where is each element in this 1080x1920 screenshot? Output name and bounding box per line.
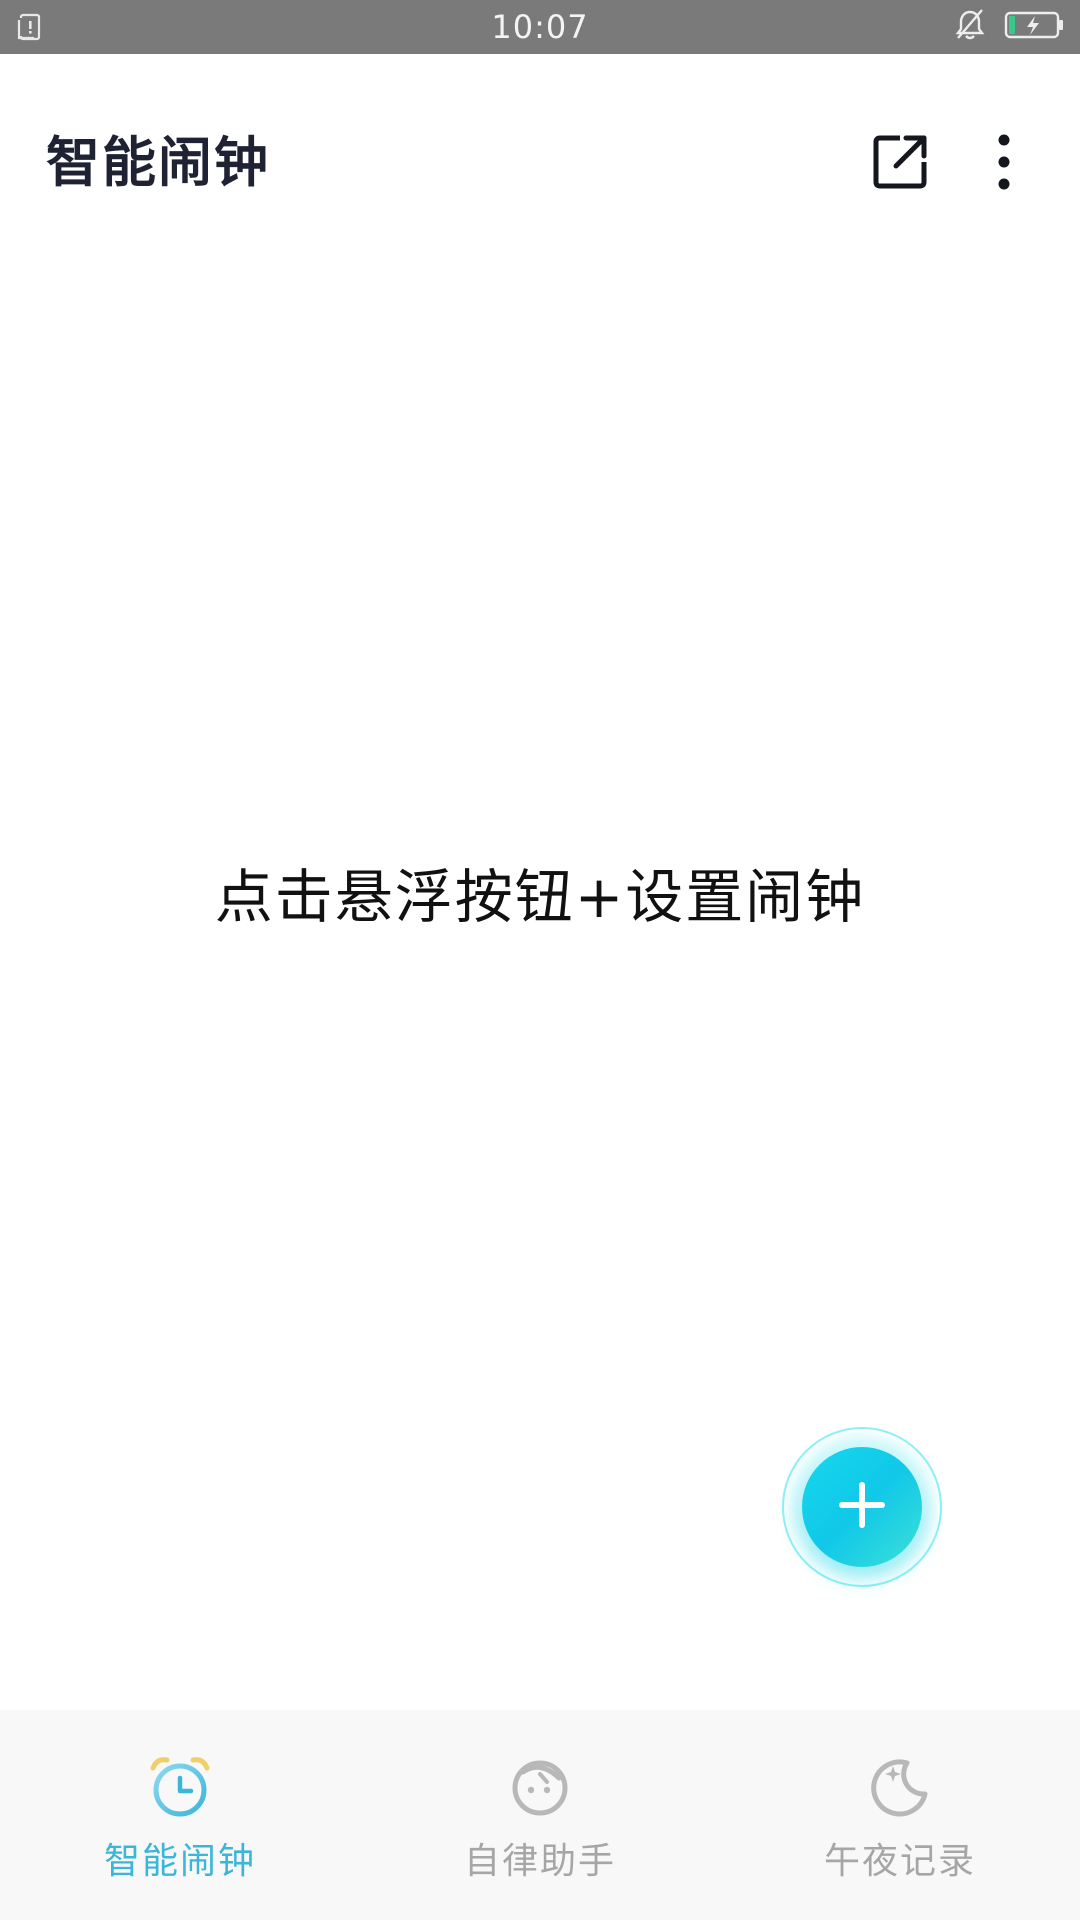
battery-charging-icon (1004, 10, 1066, 44)
app-bar: 智能闹钟 (0, 54, 1080, 254)
plus-icon (838, 1481, 886, 1533)
status-bar: 10:07 (0, 0, 1080, 54)
more-vertical-icon (994, 132, 1014, 196)
status-icons (954, 8, 1066, 46)
alarm-clock-icon (147, 1754, 213, 1820)
bell-muted-icon (954, 8, 986, 46)
nav-item-self-discipline[interactable]: 自律助手 (360, 1710, 720, 1920)
nav-item-midnight-record[interactable]: 午夜记录 (720, 1710, 1080, 1920)
add-alarm-button[interactable] (802, 1447, 922, 1567)
nav-label-smart-alarm: 智能闹钟 (103, 1841, 256, 1882)
nav-label-self-discipline: 自律助手 (463, 1841, 616, 1882)
share-external-icon (870, 132, 930, 196)
empty-state-hint: 点击悬浮按钮+设置闹钟 (214, 863, 866, 931)
page-title: 智能闹钟 (46, 131, 270, 194)
moon-stars-icon (867, 1754, 933, 1820)
nav-label-midnight-record: 午夜记录 (823, 1841, 976, 1882)
more-options-button[interactable] (964, 124, 1044, 204)
bottom-nav: 智能闹钟 自律助手 午夜记录 (0, 1710, 1080, 1920)
screen: 10:07 智能闹钟 点击悬浮按钮+设置闹钟 智能闹钟 自律助手 午夜记录 (0, 0, 1080, 1920)
nav-item-smart-alarm[interactable]: 智能闹钟 (0, 1710, 360, 1920)
face-timer-icon (507, 1754, 573, 1820)
share-button[interactable] (860, 124, 940, 204)
status-time: 10:07 (491, 8, 589, 46)
